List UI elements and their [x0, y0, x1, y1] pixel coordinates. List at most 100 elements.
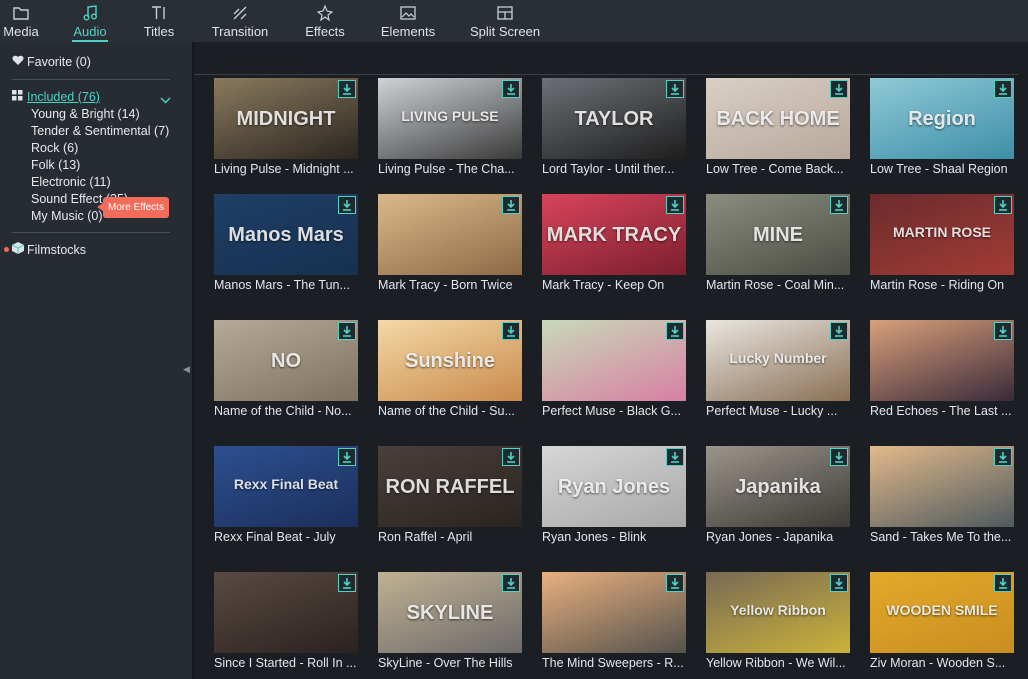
- category-folk[interactable]: Folk (13): [31, 158, 80, 172]
- tab-label: Audio: [73, 24, 107, 39]
- tab-elements[interactable]: Elements: [380, 0, 436, 42]
- grid-icon: [12, 90, 23, 104]
- collapse-sidebar-icon[interactable]: ◀: [183, 364, 190, 375]
- tab-label: Media: [3, 24, 39, 39]
- category-tender-sentimental[interactable]: Tender & Sentimental (7): [31, 124, 169, 138]
- track-thumbnail[interactable]: MARTIN ROSE: [870, 194, 1014, 275]
- download-icon[interactable]: [994, 574, 1012, 592]
- track-title: SkyLine - Over The Hills: [378, 656, 513, 670]
- track-thumbnail[interactable]: TAYLOR: [542, 78, 686, 159]
- download-icon[interactable]: [502, 322, 520, 340]
- track-title: Ziv Moran - Wooden S...: [870, 656, 1006, 670]
- track-thumbnail[interactable]: Manos Mars: [214, 194, 358, 275]
- download-icon[interactable]: [338, 574, 356, 592]
- track-thumbnail[interactable]: NO: [214, 320, 358, 401]
- category-electronic[interactable]: Electronic (11): [31, 175, 111, 189]
- thumbnail-artwork-text: Rexx Final Beat: [233, 476, 339, 492]
- track-title: Name of the Child - Su...: [378, 404, 515, 418]
- category-my-music[interactable]: My Music (0): [31, 209, 103, 223]
- download-icon[interactable]: [666, 574, 684, 592]
- track-thumbnail[interactable]: LIVING PULSE: [378, 78, 522, 159]
- track-title: Ron Raffel - April: [378, 530, 473, 544]
- track-thumbnail[interactable]: Japanika: [706, 446, 850, 527]
- track-thumbnail[interactable]: [870, 446, 1014, 527]
- content-header: [194, 42, 1028, 75]
- track-thumbnail[interactable]: MIDNIGHT: [214, 78, 358, 159]
- track-thumbnail[interactable]: Region: [870, 78, 1014, 159]
- track-title: Manos Mars - The Tun...: [214, 278, 350, 292]
- download-icon[interactable]: [994, 80, 1012, 98]
- track-thumbnail[interactable]: RON RAFFEL: [378, 446, 522, 527]
- thumbnail-artwork-text: Sunshine: [404, 350, 495, 372]
- track-title: Name of the Child - No...: [214, 404, 352, 418]
- included-item[interactable]: Included (76): [12, 90, 100, 104]
- download-icon[interactable]: [502, 448, 520, 466]
- download-icon[interactable]: [830, 196, 848, 214]
- track-title: Sand - Takes Me To the...: [870, 530, 1012, 544]
- effects-sparkle-icon: [317, 4, 333, 22]
- track-title: Mark Tracy - Born Twice: [378, 278, 513, 292]
- tab-titles[interactable]: Titles: [142, 0, 176, 42]
- filmstocks-label: Filmstocks: [27, 242, 87, 257]
- favorite-item[interactable]: Favorite (0): [12, 55, 91, 69]
- separator: [12, 79, 170, 80]
- track-thumbnail[interactable]: Lucky Number: [706, 320, 850, 401]
- track-thumbnail[interactable]: MINE: [706, 194, 850, 275]
- track-title: Ryan Jones - Blink: [542, 530, 647, 544]
- download-icon[interactable]: [830, 80, 848, 98]
- track-title: Perfect Muse - Black G...: [542, 404, 681, 418]
- download-icon[interactable]: [338, 80, 356, 98]
- download-icon[interactable]: [830, 322, 848, 340]
- download-icon[interactable]: [666, 322, 684, 340]
- download-icon[interactable]: [994, 322, 1012, 340]
- top-tab-bar: Media Audio Titles Transition Effects El…: [0, 0, 1028, 42]
- download-icon[interactable]: [502, 196, 520, 214]
- download-icon[interactable]: [994, 448, 1012, 466]
- tab-label: Elements: [380, 24, 436, 39]
- category-rock[interactable]: Rock (6): [31, 141, 78, 155]
- thumbnail-artwork-text: RON RAFFEL: [385, 476, 515, 498]
- folder-icon: [13, 4, 29, 22]
- more-effects-badge[interactable]: More Effects: [97, 197, 169, 218]
- transition-icon: [232, 4, 248, 22]
- track-thumbnail[interactable]: [378, 194, 522, 275]
- download-icon[interactable]: [666, 196, 684, 214]
- track-thumbnail[interactable]: BACK HOME: [706, 78, 850, 159]
- download-icon[interactable]: [502, 80, 520, 98]
- track-title: Low Tree - Shaal Region: [870, 162, 1008, 176]
- track-thumbnail[interactable]: SKYLINE: [378, 572, 522, 653]
- thumbnail-artwork-text: Region: [908, 108, 976, 130]
- tab-media[interactable]: Media: [3, 0, 39, 42]
- tab-transition[interactable]: Transition: [210, 0, 270, 42]
- track-thumbnail[interactable]: [214, 572, 358, 653]
- track-thumbnail[interactable]: Yellow Ribbon: [706, 572, 850, 653]
- download-icon[interactable]: [666, 448, 684, 466]
- filmstocks-item[interactable]: Filmstocks: [11, 242, 87, 257]
- track-thumbnail[interactable]: [542, 572, 686, 653]
- track-thumbnail[interactable]: WOODEN SMILE: [870, 572, 1014, 653]
- chevron-down-icon[interactable]: [160, 92, 171, 110]
- split-screen-icon: [497, 4, 513, 22]
- track-thumbnail[interactable]: MARK TRACY: [542, 194, 686, 275]
- tab-audio[interactable]: Audio: [72, 0, 108, 42]
- download-icon[interactable]: [338, 322, 356, 340]
- download-icon[interactable]: [666, 80, 684, 98]
- tab-split-screen[interactable]: Split Screen: [470, 0, 540, 42]
- track-thumbnail[interactable]: [870, 320, 1014, 401]
- new-dot-indicator: [4, 247, 9, 252]
- tab-label: Transition: [211, 24, 269, 39]
- download-icon[interactable]: [994, 196, 1012, 214]
- track-thumbnail[interactable]: Rexx Final Beat: [214, 446, 358, 527]
- thumbnail-artwork-text: NO: [271, 350, 301, 372]
- thumbnail-artwork-text: Japanika: [735, 476, 821, 498]
- track-thumbnail[interactable]: [542, 320, 686, 401]
- download-icon[interactable]: [338, 196, 356, 214]
- download-icon[interactable]: [338, 448, 356, 466]
- track-thumbnail[interactable]: Sunshine: [378, 320, 522, 401]
- download-icon[interactable]: [830, 574, 848, 592]
- track-thumbnail[interactable]: Ryan Jones: [542, 446, 686, 527]
- download-icon[interactable]: [830, 448, 848, 466]
- download-icon[interactable]: [502, 574, 520, 592]
- category-young-bright[interactable]: Young & Bright (14): [31, 107, 140, 121]
- tab-effects[interactable]: Effects: [304, 0, 346, 42]
